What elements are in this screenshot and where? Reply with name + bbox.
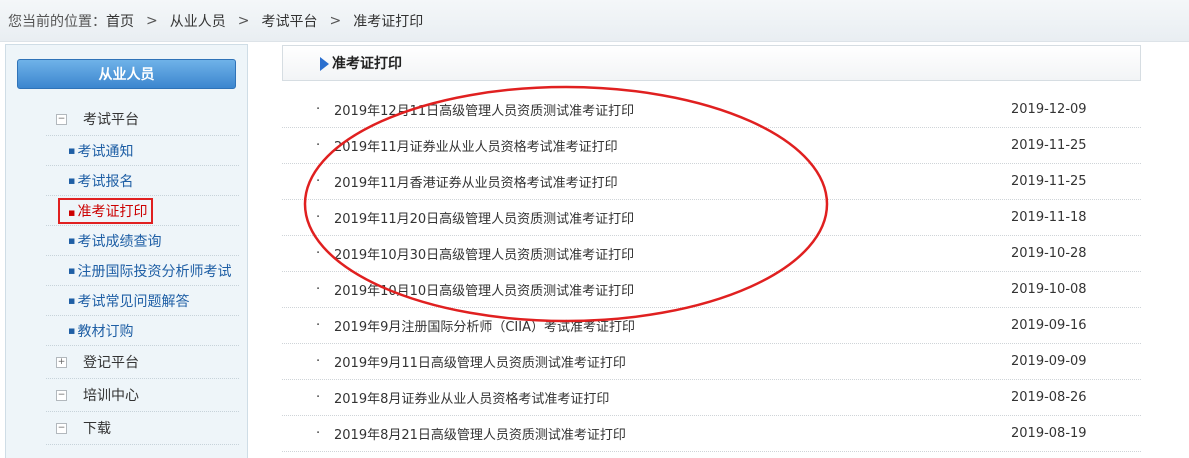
collapse-icon[interactable]: − <box>56 389 67 401</box>
list-item-date: 2019-11-25 <box>1011 138 1087 153</box>
sidebar-item-ciia-exam[interactable]: ▪ 注册国际投资分析师考试 <box>46 256 239 286</box>
breadcrumb: 您当前的位置： 首页 > 从业人员 > 考试平台 > 准考证打印 <box>0 0 1189 42</box>
list-item-link[interactable]: 2019年11月证券业从业人员资格考试准考证打印 <box>334 136 1011 155</box>
sidebar-item-exam-registration[interactable]: ▪ 考试报名 <box>46 166 239 196</box>
bullet-icon: ▪ <box>68 205 76 219</box>
list-item-link[interactable]: 2019年10月10日高级管理人员资质测试准考证打印 <box>334 280 1011 299</box>
notice-list: · 2019年12月11日高级管理人员资质测试准考证打印 2019-12-09 … <box>282 92 1141 452</box>
panel-header: 准考证打印 <box>282 45 1141 81</box>
list-bullet: · <box>316 210 321 225</box>
collapse-icon[interactable]: − <box>56 422 67 434</box>
sidebar-item-exam-notice[interactable]: ▪ 考试通知 <box>46 136 239 166</box>
sidebar-menu: − 考试平台 ▪ 考试通知 ▪ 考试报名 ▪ 准考证打印 ▪ 考试成绩查询 ▪ 注… <box>46 103 239 445</box>
list-item[interactable]: · 2019年9月11日高级管理人员资质测试准考证打印 2019-09-09 <box>282 344 1141 380</box>
list-item-date: 2019-11-18 <box>1011 210 1087 225</box>
list-item[interactable]: · 2019年11月香港证券从业员资格考试准考证打印 2019-11-25 <box>282 164 1141 200</box>
bullet-icon: ▪ <box>68 294 76 307</box>
list-bullet: · <box>316 390 321 405</box>
sidebar-group-registration-platform[interactable]: + 登记平台 <box>46 346 239 379</box>
list-item-link[interactable]: 2019年9月注册国际分析师（CIIA）考试准考证打印 <box>334 316 1011 335</box>
bullet-icon: ▪ <box>68 324 76 337</box>
list-item-date: 2019-12-09 <box>1011 102 1087 117</box>
bullet-icon: ▪ <box>68 174 76 187</box>
list-item-date: 2019-09-09 <box>1011 354 1087 369</box>
bullet-icon: ▪ <box>68 144 76 157</box>
list-item-date: 2019-08-19 <box>1011 426 1087 441</box>
list-item-link[interactable]: 2019年11月香港证券从业员资格考试准考证打印 <box>334 172 1011 191</box>
list-bullet: · <box>316 102 321 117</box>
list-item-date: 2019-10-28 <box>1011 246 1087 261</box>
breadcrumb-separator: > <box>146 12 158 29</box>
list-item-date: 2019-11-25 <box>1011 174 1087 189</box>
list-item-link[interactable]: 2019年9月11日高级管理人员资质测试准考证打印 <box>334 352 1011 371</box>
sidebar-item-admission-ticket[interactable]: ▪ 准考证打印 <box>46 196 239 226</box>
panel-title: 准考证打印 <box>332 56 402 72</box>
list-bullet: · <box>316 426 321 441</box>
sidebar-item-score-query[interactable]: ▪ 考试成绩查询 <box>46 226 239 256</box>
list-item-date: 2019-10-08 <box>1011 282 1087 297</box>
list-item[interactable]: · 2019年8月21日高级管理人员资质测试准考证打印 2019-08-19 <box>282 416 1141 452</box>
breadcrumb-exam-platform[interactable]: 考试平台 <box>261 11 317 31</box>
list-item-date: 2019-09-16 <box>1011 318 1087 333</box>
list-item[interactable]: · 2019年9月注册国际分析师（CIIA）考试准考证打印 2019-09-16 <box>282 308 1141 344</box>
sidebar-item-label: 考试常见问题解答 <box>77 293 190 310</box>
list-item[interactable]: · 2019年10月10日高级管理人员资质测试准考证打印 2019-10-08 <box>282 272 1141 308</box>
sidebar-group-label: 培训中心 <box>83 388 139 404</box>
list-bullet: · <box>316 174 321 189</box>
list-item[interactable]: · 2019年8月证券业从业人员资格考试准考证打印 2019-08-26 <box>282 380 1141 416</box>
sidebar-group-label: 考试平台 <box>83 112 139 128</box>
list-item-link[interactable]: 2019年11月20日高级管理人员资质测试准考证打印 <box>334 208 1011 227</box>
list-bullet: · <box>316 282 321 297</box>
sidebar: 从业人员 − 考试平台 ▪ 考试通知 ▪ 考试报名 ▪ 准考证打印 ▪ 考试成绩查… <box>5 44 248 458</box>
bullet-icon: ▪ <box>68 264 76 277</box>
list-item-date: 2019-08-26 <box>1011 390 1087 405</box>
sidebar-group-label: 下载 <box>83 421 111 437</box>
sidebar-item-label: 准考证打印 <box>77 203 148 220</box>
breadcrumb-prefix: 您当前的位置： <box>8 13 106 30</box>
breadcrumb-separator: > <box>237 12 250 29</box>
list-bullet: · <box>316 246 321 261</box>
sidebar-group-exam-platform[interactable]: − 考试平台 <box>46 103 239 136</box>
active-highlight-box: ▪ 准考证打印 <box>58 197 154 224</box>
sidebar-group-label: 登记平台 <box>83 355 139 371</box>
sidebar-item-label: 考试成绩查询 <box>77 233 162 250</box>
sidebar-item-label: 考试通知 <box>77 143 134 160</box>
list-bullet: · <box>316 318 321 333</box>
list-item[interactable]: · 2019年11月证券业从业人员资格考试准考证打印 2019-11-25 <box>282 128 1141 164</box>
sidebar-group-training-center[interactable]: − 培训中心 <box>46 379 239 412</box>
bullet-icon: ▪ <box>68 234 76 247</box>
sidebar-item-textbook-order[interactable]: ▪ 教材订购 <box>46 316 239 346</box>
breadcrumb-practitioners[interactable]: 从业人员 <box>170 11 226 31</box>
collapse-icon[interactable]: − <box>56 113 67 125</box>
list-item-link[interactable]: 2019年12月11日高级管理人员资质测试准考证打印 <box>334 100 1011 119</box>
list-item-link[interactable]: 2019年8月证券业从业人员资格考试准考证打印 <box>334 388 1011 407</box>
triangle-right-icon <box>320 57 329 71</box>
sidebar-group-download[interactable]: − 下载 <box>46 412 239 445</box>
breadcrumb-current: 准考证打印 <box>353 13 424 30</box>
sidebar-item-faq[interactable]: ▪ 考试常见问题解答 <box>46 286 239 316</box>
sidebar-item-label: 教材订购 <box>77 323 134 340</box>
sidebar-header[interactable]: 从业人员 <box>17 59 236 89</box>
list-item[interactable]: · 2019年11月20日高级管理人员资质测试准考证打印 2019-11-18 <box>282 200 1141 236</box>
list-item-link[interactable]: 2019年8月21日高级管理人员资质测试准考证打印 <box>334 424 1011 443</box>
sidebar-item-label: 注册国际投资分析师考试 <box>77 263 232 280</box>
breadcrumb-home[interactable]: 首页 <box>106 11 134 31</box>
breadcrumb-separator: > <box>329 12 342 29</box>
list-item-link[interactable]: 2019年10月30日高级管理人员资质测试准考证打印 <box>334 244 1011 263</box>
list-item[interactable]: · 2019年12月11日高级管理人员资质测试准考证打印 2019-12-09 <box>282 92 1141 128</box>
sidebar-item-label: 考试报名 <box>77 173 134 190</box>
expand-icon[interactable]: + <box>56 356 67 368</box>
list-bullet: · <box>316 354 321 369</box>
list-bullet: · <box>316 138 321 153</box>
list-item[interactable]: · 2019年10月30日高级管理人员资质测试准考证打印 2019-10-28 <box>282 236 1141 272</box>
